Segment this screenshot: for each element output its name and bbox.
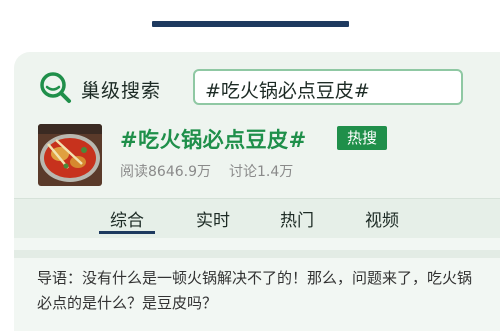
tab-hot[interactable]: 热门 (269, 206, 325, 231)
hot-search-badge: 热搜 (337, 126, 387, 150)
active-tab-indicator (99, 231, 155, 234)
search-icon[interactable] (38, 70, 72, 104)
hotpot-image[interactable] (38, 124, 102, 186)
section-divider (14, 250, 500, 258)
top-decoration-bar (152, 21, 349, 27)
discussion-count: 讨论1.4万 (229, 164, 294, 180)
topic-stats: 阅读8646.9万 讨论1.4万 (120, 161, 293, 181)
search-input[interactable]: #吃火锅必点豆皮# (193, 69, 463, 105)
read-count: 阅读8646.9万 (120, 164, 211, 180)
brand-label: 巢级搜索 (81, 80, 162, 102)
tab-comprehensive[interactable]: 综合 (99, 206, 155, 231)
tab-video[interactable]: 视频 (354, 206, 410, 231)
search-row: 巢级搜索 #吃火锅必点豆皮# (38, 68, 468, 108)
tab-realtime[interactable]: 实时 (185, 206, 241, 231)
article-lead: 导语：没有什么是一顿火锅解决不了的！那么，问题来了，吃火锅必点的是什么？是豆皮吗… (37, 269, 473, 312)
tab-bar (14, 198, 500, 238)
topic-header: #吃火锅必点豆皮# 热搜 阅读8646.9万 讨论1.4万 (38, 122, 478, 190)
hotpot-image-graphic (38, 124, 102, 186)
topic-title: #吃火锅必点豆皮# (120, 128, 307, 152)
